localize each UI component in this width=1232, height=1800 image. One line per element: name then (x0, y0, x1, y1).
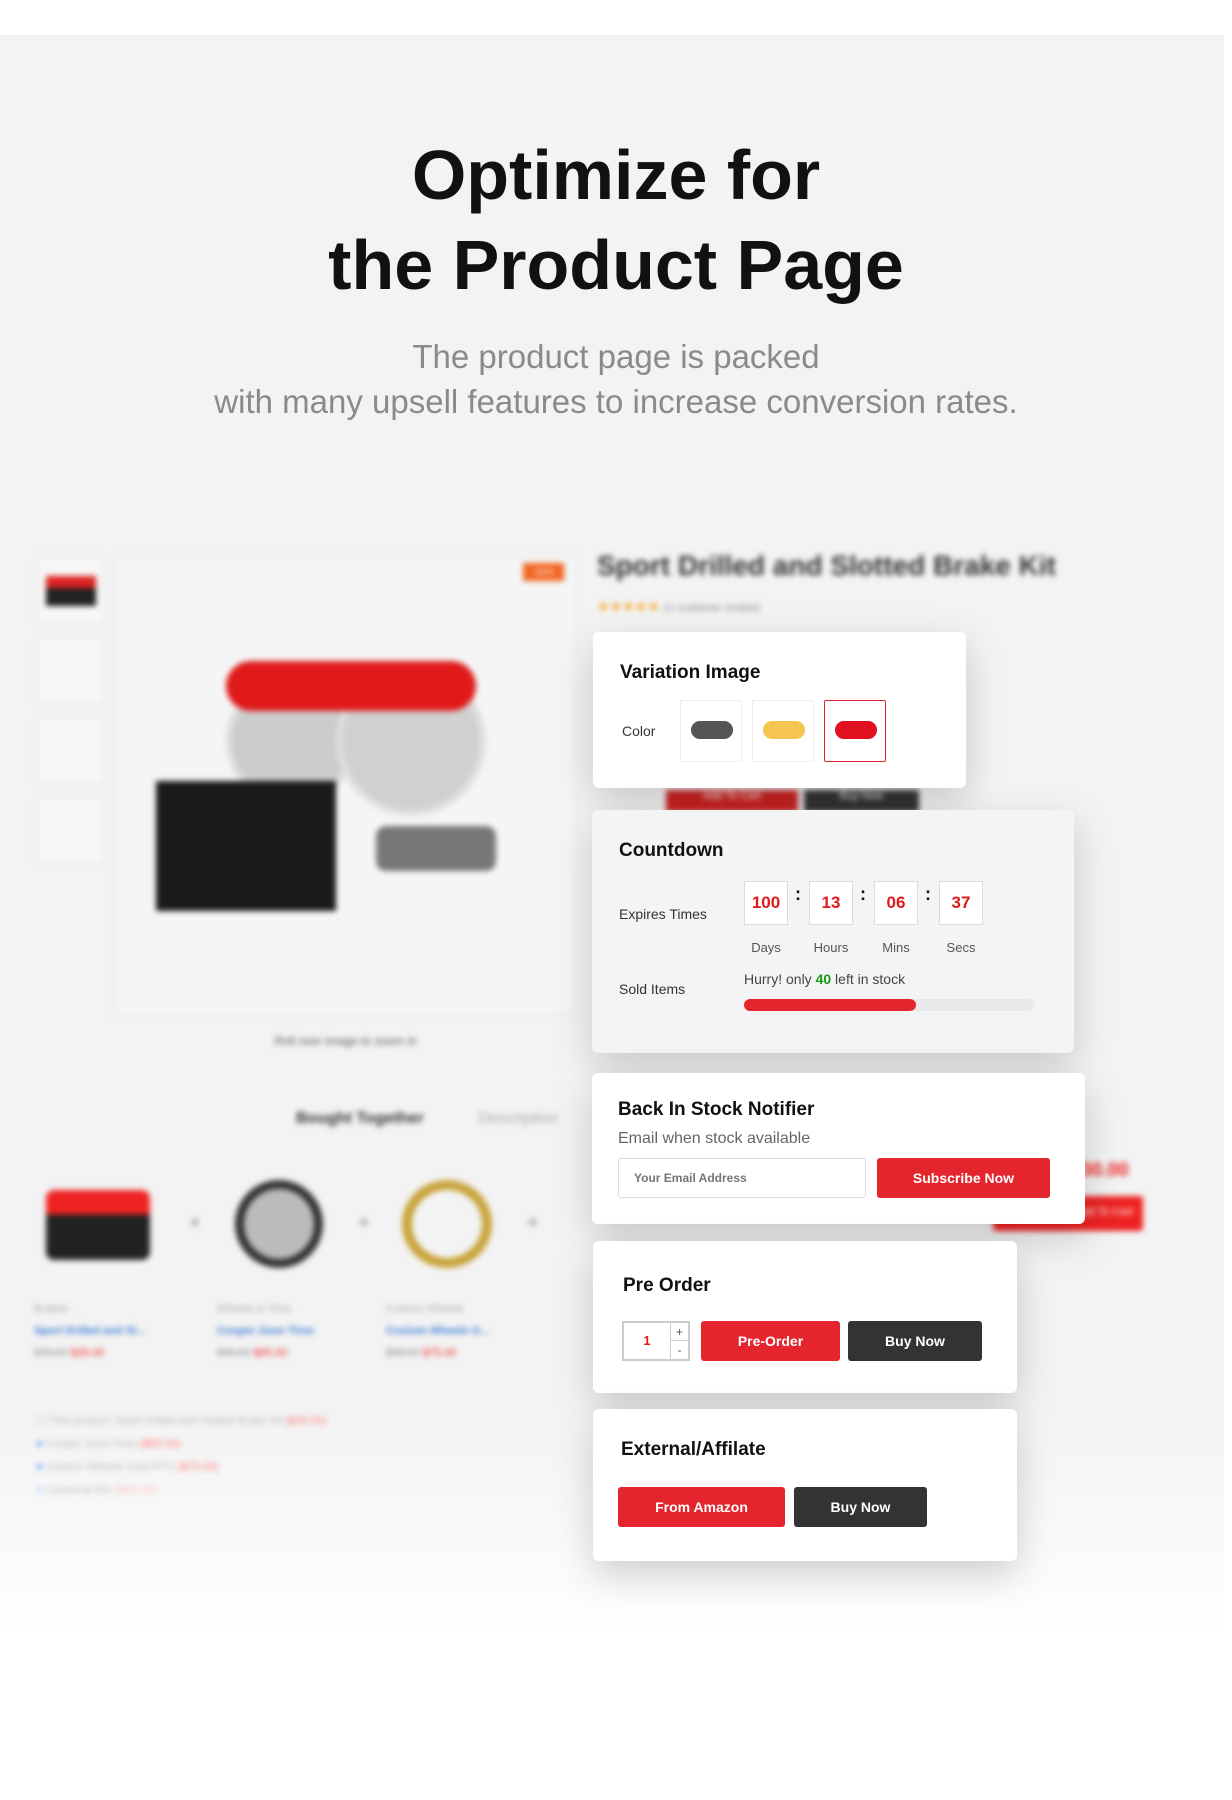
card-subtitle: Email when stock available (618, 1130, 811, 1147)
tab-description[interactable]: Description (478, 1110, 558, 1128)
external-affiliate-card: External/Affilate From Amazon Buy Now (593, 1409, 1017, 1561)
days-unit: Days (751, 940, 781, 955)
tab-bought-together[interactable]: Bought Together (296, 1110, 424, 1128)
expires-label: Expires Times (619, 906, 707, 922)
bought-item-image (402, 1180, 492, 1268)
back-in-stock-card: Back In Stock Notifier Email when stock … (592, 1073, 1085, 1224)
add-to-cart-button[interactable]: Add To Cart (666, 790, 798, 812)
sale-badge: -50% (523, 563, 564, 581)
card-title: Pre Order (623, 1275, 711, 1296)
subscribe-button[interactable]: Subscribe Now (877, 1158, 1050, 1198)
pre-order-button[interactable]: Pre-Order (701, 1321, 840, 1361)
color-label: Color (622, 723, 656, 739)
hero-subtitle: The product page is packed with many upse… (214, 338, 1018, 420)
stock-progress-bar (744, 999, 1035, 1011)
mins-unit: Mins (882, 940, 910, 955)
secs-value: 37 (939, 881, 983, 925)
swatch-yellow[interactable] (752, 700, 814, 762)
mins-value: 06 (874, 881, 918, 925)
card-title: Countdown (619, 840, 724, 861)
hero-title: Optimize for the Product Page (328, 136, 904, 304)
swatch-red[interactable] (824, 700, 886, 762)
pre-order-card: Pre Order 1 + - Pre-Order Buy Now (593, 1241, 1017, 1393)
stock-message: Hurry! only 40 left in stock (744, 971, 906, 987)
quantity-value[interactable]: 1 (624, 1323, 670, 1359)
buy-now-button[interactable]: Buy Now (848, 1321, 982, 1361)
swatch-gray[interactable] (680, 700, 742, 762)
from-amazon-button[interactable]: From Amazon (618, 1487, 785, 1527)
email-input[interactable] (618, 1158, 866, 1198)
card-title: Variation Image (620, 662, 761, 683)
thumbnail[interactable] (37, 557, 103, 623)
bought-item-image (46, 1190, 150, 1260)
hours-unit: Hours (813, 940, 849, 955)
quantity-stepper[interactable]: 1 + - (622, 1321, 690, 1361)
countdown-card: Countdown Expires Times 100 : 13 : 06 : … (592, 810, 1074, 1053)
variation-image-card: Variation Image Color (593, 632, 966, 788)
rating-stars: ★★★★★ (1 customer review) (597, 598, 761, 614)
card-title: External/Affilate (621, 1439, 766, 1460)
days-value: 100 (744, 881, 788, 925)
buy-now-button[interactable]: Buy Now (804, 790, 919, 812)
bought-together-checklist: ☐ This product: Sport Drilled and Slotte… (36, 1415, 327, 1496)
thumbnail[interactable] (37, 637, 103, 703)
sold-label: Sold Items (619, 981, 686, 997)
buy-now-button[interactable]: Buy Now (794, 1487, 927, 1527)
thumbnail[interactable] (37, 797, 103, 863)
main-product-image[interactable]: -50% (115, 555, 576, 1015)
product-title: Sport Drilled and Slotted Brake Kit (597, 550, 1056, 581)
card-title: Back In Stock Notifier (618, 1099, 815, 1120)
zoom-hint: Roll over image to zoom in (274, 1034, 417, 1048)
bought-item-image (235, 1180, 323, 1268)
plus-button[interactable]: + (670, 1323, 688, 1341)
minus-button[interactable]: - (670, 1341, 688, 1359)
secs-unit: Secs (946, 940, 976, 955)
hours-value: 13 (809, 881, 853, 925)
thumbnail[interactable] (37, 717, 103, 783)
